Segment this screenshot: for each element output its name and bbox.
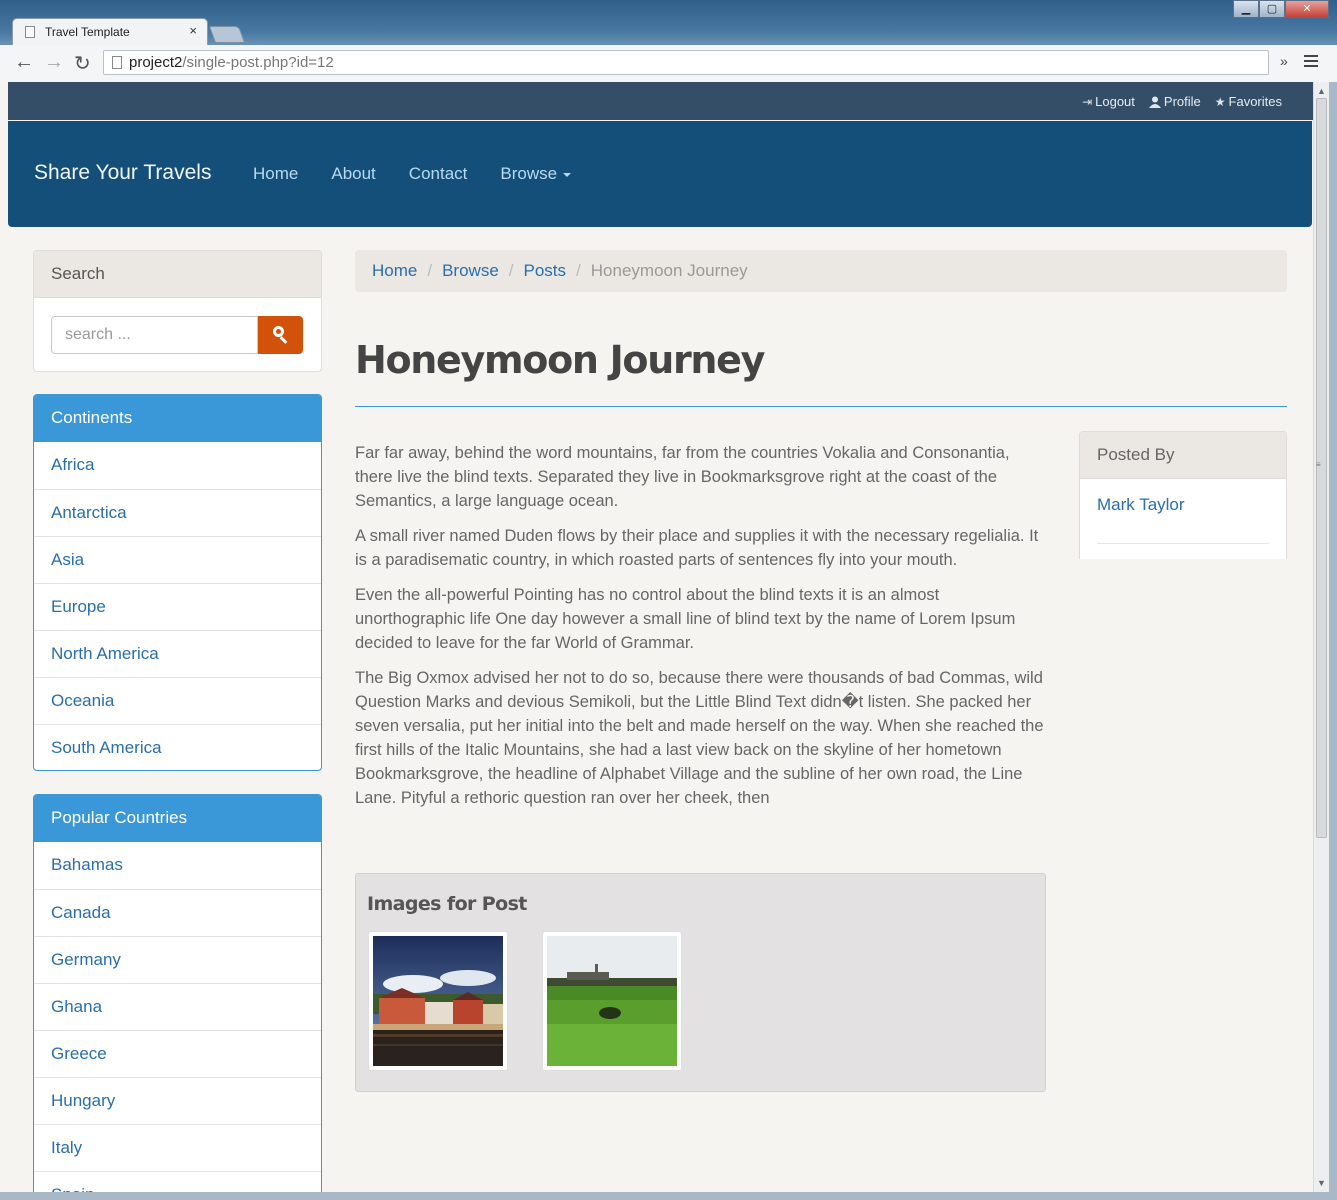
post-paragraph: Far far away, behind the word mountains,… [355, 444, 1010, 510]
search-heading: Search [34, 251, 321, 298]
search-icon-handle [279, 336, 288, 344]
posted-by-heading: Posted By [1080, 432, 1286, 479]
post-paragraph: Even the all-powerful Pointing has no co… [355, 586, 1016, 652]
profile-link[interactable]: Profile [1148, 94, 1201, 109]
breadcrumb-home[interactable]: Home [372, 261, 417, 280]
new-tab-button[interactable] [208, 26, 246, 43]
tab-close-icon[interactable]: × [189, 23, 197, 38]
continents-heading: Continents [34, 395, 321, 442]
continent-item[interactable]: Asia [34, 536, 321, 583]
post-image-thumbnail-field[interactable] [542, 931, 682, 1071]
logout-icon: ⇥ [1082, 94, 1093, 109]
search-panel: Search [33, 250, 322, 372]
search-input[interactable] [51, 316, 258, 354]
posted-by-panel: Posted By Mark Taylor [1079, 431, 1287, 559]
post-paragraph: A small river named Duden flows by their… [355, 527, 1039, 569]
continent-item[interactable]: Africa [34, 442, 321, 489]
url-path: /single-post.php?id=12 [182, 54, 334, 71]
country-item[interactable]: Spain [34, 1171, 321, 1192]
back-arrow-icon[interactable]: ← [14, 51, 34, 74]
nav-browse-label: Browse [500, 164, 558, 183]
url-text: project2/single-post.php?id=12 [129, 51, 334, 74]
url-host: project2 [129, 54, 183, 71]
scrollbar-grip-icon: ≡ [1316, 460, 1321, 469]
breadcrumb-separator: / [576, 261, 581, 280]
browser-tab[interactable]: Travel Template × [12, 18, 208, 45]
country-item[interactable]: Bahamas [34, 842, 321, 889]
continents-list: Africa Antarctica Asia Europe North Amer… [34, 442, 321, 770]
star-icon: ★ [1214, 94, 1226, 109]
breadcrumb-browse[interactable]: Browse [442, 261, 499, 280]
countries-panel: Popular Countries Bahamas Canada Germany… [33, 794, 322, 1192]
user-icon [1148, 96, 1161, 108]
divider [1097, 543, 1269, 544]
countries-heading: Popular Countries [34, 795, 321, 842]
page-viewport: ⇥ Logout Profile ★ Favorites Share Your … [0, 82, 1313, 1192]
country-item[interactable]: Ghana [34, 983, 321, 1030]
favorites-link[interactable]: ★ Favorites [1215, 94, 1282, 109]
window-frame [1329, 82, 1337, 1192]
maximize-button[interactable]: ▢ [1259, 0, 1285, 18]
country-item[interactable]: Canada [34, 889, 321, 936]
page-icon [25, 26, 35, 38]
nav-browse-dropdown[interactable]: Browse [500, 164, 572, 184]
breadcrumb-posts[interactable]: Posts [524, 261, 567, 280]
address-bar[interactable]: project2/single-post.php?id=12 [103, 50, 1269, 75]
continent-item[interactable]: Oceania [34, 677, 321, 724]
countries-list: Bahamas Canada Germany Ghana Greece Hung… [34, 842, 321, 1192]
tab-title: Travel Template [45, 25, 130, 39]
profile-label: Profile [1163, 94, 1201, 109]
page-icon [112, 56, 122, 69]
nav-about[interactable]: About [331, 164, 375, 184]
browser-chrome: Travel Template × ▁ ▢ ✕ ← → ↻ project2/s… [0, 0, 1337, 83]
breadcrumb: Home / Browse / Posts / Honeymoon Journey [355, 250, 1287, 292]
continents-panel: Continents Africa Antarctica Asia Europe… [33, 394, 322, 771]
main-navbar: Share Your Travels Home About Contact Br… [8, 121, 1312, 227]
country-item[interactable]: Greece [34, 1030, 321, 1077]
menu-icon[interactable] [1304, 55, 1318, 70]
post-images-panel: Images for Post [355, 873, 1046, 1092]
field-photo [547, 936, 677, 1066]
extensions-overflow-icon[interactable]: » [1280, 53, 1288, 69]
continent-item[interactable]: North America [34, 630, 321, 677]
scroll-up-icon[interactable]: ▲ [1317, 86, 1326, 96]
window-controls: ▁ ▢ ✕ [1233, 0, 1329, 20]
search-button[interactable] [258, 316, 303, 354]
post-title: Honeymoon Journey [355, 338, 765, 382]
window-close-button[interactable]: ✕ [1285, 0, 1329, 18]
browser-toolbar: ← → ↻ project2/single-post.php?id=12 » [0, 45, 1337, 83]
window-frame [0, 1192, 1337, 1200]
scroll-down-icon[interactable]: ▼ [1317, 1178, 1326, 1188]
continent-item[interactable]: Antarctica [34, 489, 321, 536]
breadcrumb-separator: / [427, 261, 433, 280]
country-item[interactable]: Italy [34, 1124, 321, 1171]
forward-arrow-icon[interactable]: → [44, 51, 64, 74]
title-bar: Travel Template × ▁ ▢ ✕ [0, 0, 1337, 46]
favorites-label: Favorites [1228, 94, 1282, 109]
post-body: Far far away, behind the word mountains,… [355, 441, 1047, 821]
images-heading: Images for Post [367, 893, 527, 915]
search-icon [273, 326, 284, 337]
author-link[interactable]: Mark Taylor [1097, 495, 1185, 515]
post-image-thumbnail-harbor[interactable] [368, 931, 508, 1071]
breadcrumb-separator: / [508, 261, 514, 280]
country-item[interactable]: Germany [34, 936, 321, 983]
reload-icon[interactable]: ↻ [74, 51, 91, 76]
nav-home[interactable]: Home [253, 164, 298, 184]
breadcrumb-current: Honeymoon Journey [590, 261, 748, 280]
caret-down-icon [563, 172, 572, 177]
post-paragraph: The Big Oxmox advised her not to do so, … [355, 669, 1044, 807]
minimize-button[interactable]: ▁ [1233, 0, 1259, 18]
continent-item[interactable]: Europe [34, 583, 321, 630]
continent-item[interactable]: South America [34, 724, 321, 770]
logout-label: Logout [1095, 94, 1135, 109]
vertical-scrollbar[interactable]: ▲ ≡ ▼ [1313, 82, 1329, 1192]
user-bar: ⇥ Logout Profile ★ Favorites [8, 82, 1313, 120]
brand-link[interactable]: Share Your Travels [34, 161, 211, 185]
harbor-photo [373, 936, 503, 1066]
title-divider [355, 406, 1287, 407]
country-item[interactable]: Hungary [34, 1077, 321, 1124]
logout-link[interactable]: ⇥ Logout [1082, 94, 1135, 109]
nav-contact[interactable]: Contact [409, 164, 468, 184]
